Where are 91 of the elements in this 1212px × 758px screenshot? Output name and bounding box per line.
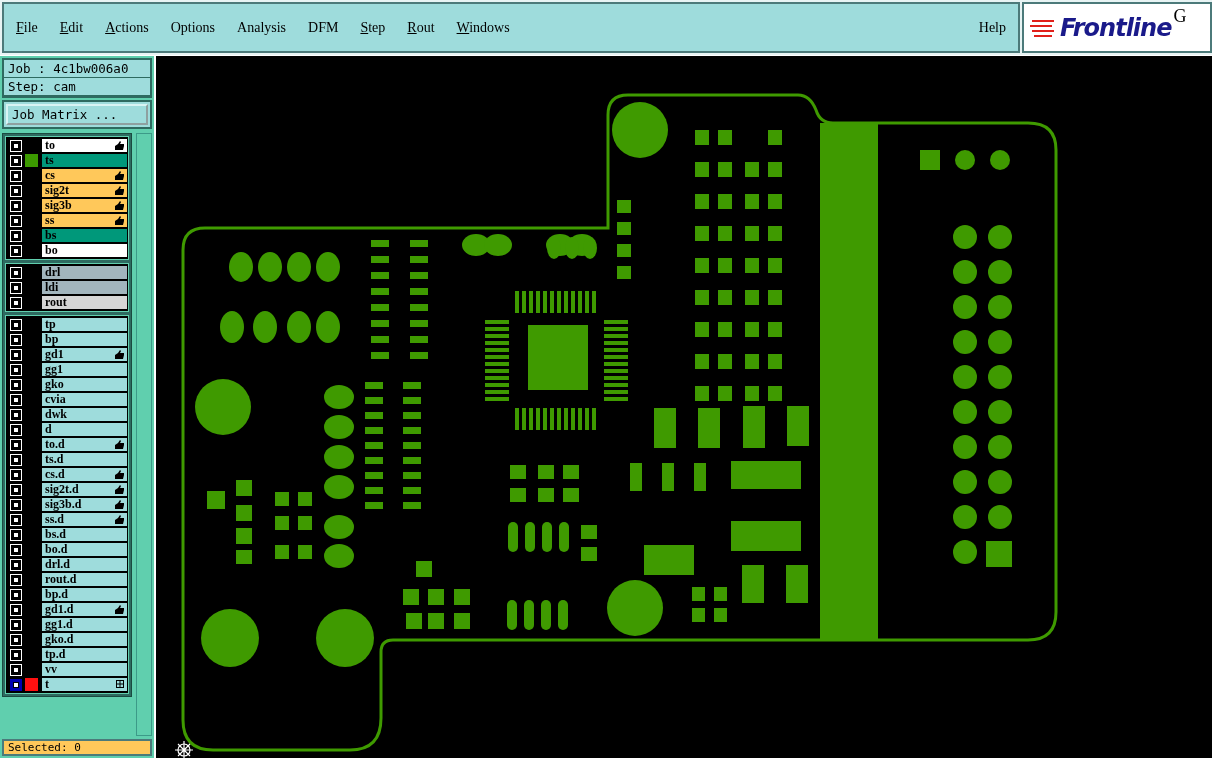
menu-item[interactable]: Analysis — [237, 19, 287, 36]
layer-name-text: tp — [45, 317, 56, 331]
layer-name-text: ldi — [45, 280, 59, 294]
layer-name-text: drl — [45, 265, 61, 279]
layer-name-text: sig2t — [45, 183, 69, 197]
menu-item[interactable]: Step — [360, 19, 386, 36]
layer-name-text: gko.d — [45, 632, 74, 646]
layer-name[interactable]: ldi — [42, 280, 127, 295]
layer-name[interactable]: gg1.d — [42, 617, 127, 632]
job-label: Job : 4c1bw006a0 — [4, 60, 150, 78]
layer-name-text: t — [45, 677, 49, 691]
layer-name-text: bp.d — [45, 587, 69, 601]
layer-name[interactable]: rout — [42, 295, 127, 310]
layer-name-text: bo — [45, 243, 58, 257]
layer-name-text: to.d — [45, 437, 65, 451]
layer-name-text: sig3b — [45, 198, 72, 212]
layer-name[interactable]: drl — [42, 265, 127, 280]
menu-item[interactable]: File — [16, 19, 38, 36]
layer-name[interactable]: drl.d — [42, 557, 127, 572]
layer-name[interactable]: dwk — [42, 407, 127, 422]
layer-name[interactable]: gg1 — [42, 362, 127, 377]
layer-name[interactable]: to.d — [42, 437, 127, 452]
layer-name[interactable]: ss.d — [42, 512, 127, 527]
grid-icon — [116, 680, 124, 688]
layer-name[interactable]: bo — [42, 243, 127, 258]
layer-name[interactable]: vv — [42, 662, 127, 677]
layer-name[interactable]: gko — [42, 377, 127, 392]
job-matrix-button[interactable]: Job Matrix ... — [6, 104, 148, 125]
menu-item[interactable]: Options — [170, 19, 216, 36]
layer-name-text: drl.d — [45, 557, 70, 571]
menu-item[interactable]: Windows — [456, 19, 510, 36]
layer-name-text: bo.d — [45, 542, 68, 556]
layer-name[interactable]: gd1 — [42, 347, 127, 362]
menu-item[interactable]: Actions — [105, 19, 149, 36]
logo-text: Frontline — [1060, 13, 1172, 42]
layer-name-text: gd1.d — [45, 602, 74, 616]
layer-name[interactable]: sig3b — [42, 198, 127, 213]
layer-name-text: d — [45, 422, 52, 436]
layer-name-text: cvia — [45, 392, 66, 406]
layer-name[interactable]: bp — [42, 332, 127, 347]
layer-name[interactable]: ts.d — [42, 452, 127, 467]
layer-name[interactable]: tp — [42, 317, 127, 332]
step-label: Step: cam — [4, 78, 150, 96]
layer-name-text: gko — [45, 377, 64, 391]
layer-name-text: bs.d — [45, 527, 67, 541]
layer-name[interactable]: tp.d — [42, 647, 127, 662]
layer-name[interactable]: cvia — [42, 392, 127, 407]
layer-name-text: to — [45, 138, 55, 152]
layer-name[interactable]: bs.d — [42, 527, 127, 542]
layer-name[interactable]: gd1.d — [42, 602, 127, 617]
layer-name[interactable]: bo.d — [42, 542, 127, 557]
layer-name[interactable]: d — [42, 422, 127, 437]
layer-name-text: sig2t.d — [45, 482, 79, 496]
layer-name-text: tp.d — [45, 647, 66, 661]
layer-name[interactable]: gko.d — [42, 632, 127, 647]
crosshair-icon — [174, 740, 194, 758]
layer-name-text: rout — [45, 295, 67, 309]
logo-text: G — [1173, 6, 1187, 27]
layer-name[interactable]: bs — [42, 228, 127, 243]
layer-name[interactable]: sig2t.d — [42, 482, 127, 497]
layer-name-text: bs — [45, 228, 57, 242]
layer-name[interactable]: cs — [42, 168, 127, 183]
layer-name[interactable]: to — [42, 138, 127, 153]
layer-name-text: bp — [45, 332, 59, 346]
layer-name-text: gg1.d — [45, 617, 73, 631]
menu-item[interactable]: Edit — [59, 19, 84, 36]
layer-square-button[interactable] — [10, 678, 22, 691]
menu-item[interactable]: Rout — [407, 19, 435, 36]
layer-name[interactable]: bp.d — [42, 587, 127, 602]
layer-name-text: ts — [45, 153, 54, 167]
help-menu[interactable]: Help — [978, 19, 1006, 36]
layer-name-text: gg1 — [45, 362, 63, 376]
layer-name-text: dwk — [45, 407, 67, 421]
layer-name-text: ts.d — [45, 452, 64, 466]
status-field: Selected: 0 — [2, 739, 152, 756]
layer-name[interactable]: ss — [42, 213, 127, 228]
layer-name[interactable]: sig2t — [42, 183, 127, 198]
layer-name[interactable]: ts — [42, 153, 127, 168]
layer-name[interactable]: cs.d — [42, 467, 127, 482]
layer-name[interactable]: t — [42, 677, 127, 692]
layer-name-text: ss — [45, 213, 55, 227]
layer-name[interactable]: rout.d — [42, 572, 127, 587]
menu-item[interactable]: DFM — [308, 19, 339, 36]
layer-name-text: ss.d — [45, 512, 64, 526]
layer-name-text: rout.d — [45, 572, 77, 586]
layer-name-text: vv — [45, 662, 57, 676]
layer-name[interactable]: sig3b.d — [42, 497, 127, 512]
layer-name-text: cs — [45, 168, 55, 182]
layer-name-text: sig3b.d — [45, 497, 82, 511]
layer-name-text: cs.d — [45, 467, 65, 481]
layer-name-text: gd1 — [45, 347, 64, 361]
